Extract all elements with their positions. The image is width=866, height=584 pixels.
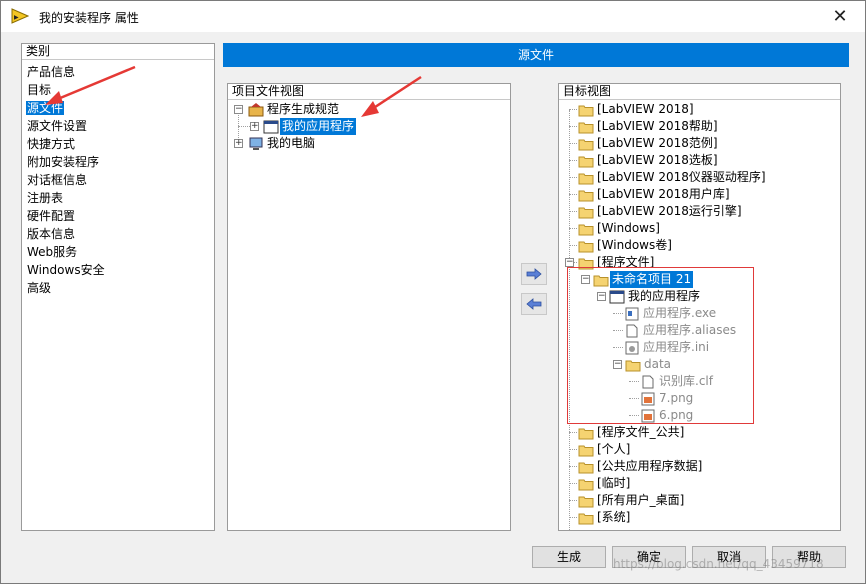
target-folder-node[interactable]: [Windows卷] — [559, 237, 840, 254]
properties-dialog: ▶ 我的安装程序 属性 ✕ 类别 产品信息 目标 源文件 源文件设置 快捷方式 附加安装程… — [0, 0, 866, 584]
target-folder-node[interactable]: [LabVIEW 2018运行引擎] — [559, 203, 840, 220]
target-folder-node[interactable]: [LabVIEW 2018范例] — [559, 135, 840, 152]
category-item[interactable]: 版本信息 — [22, 225, 214, 243]
folder-icon — [578, 513, 594, 525]
category-item-label: Web服务 — [27, 245, 78, 259]
category-item-label: 对话框信息 — [27, 173, 88, 187]
folder-icon — [578, 462, 594, 474]
folder-icon — [578, 241, 594, 253]
folder-icon — [578, 122, 594, 134]
target-folder-node[interactable]: [系统] — [559, 509, 840, 526]
tree-node-my-computer[interactable]: + 我的电脑 — [228, 135, 510, 152]
category-panel: 类别 产品信息 目标 源文件 源文件设置 快捷方式 附加安装程序 对话框信息 注册表 硬件配置版… — [21, 43, 215, 531]
watermark: https://blog.csdn.net/qq_43459718 — [613, 557, 824, 571]
folder-icon — [578, 207, 594, 219]
category-item[interactable]: Web服务 — [22, 243, 214, 261]
collapse-icon[interactable]: − — [565, 258, 574, 267]
folder-icon — [578, 156, 594, 168]
section-title: 源文件 — [223, 43, 849, 67]
title-bar: ▶ 我的安装程序 属性 ✕ — [1, 1, 865, 32]
target-folder-node[interactable]: [临时] — [559, 475, 840, 492]
folder-icon — [578, 224, 594, 236]
folder-icon — [578, 428, 594, 440]
target-folder-node[interactable]: [公共应用程序数据] — [559, 458, 840, 475]
category-item[interactable]: 硬件配置 — [22, 207, 214, 225]
target-folder-node[interactable]: [个人] — [559, 441, 840, 458]
red-arrow-annotation — [361, 75, 422, 117]
folder-icon — [578, 173, 594, 185]
svg-text:▶: ▶ — [14, 14, 19, 21]
target-folder-node[interactable]: [程序文件_公共] — [559, 424, 840, 441]
window-title: 我的安装程序 属性 — [39, 11, 139, 25]
application-icon — [263, 120, 279, 134]
category-item[interactable]: 源文件设置 — [22, 117, 214, 135]
build-button[interactable]: 生成 — [532, 546, 606, 568]
category-item-label: 源文件设置 — [27, 119, 88, 133]
target-folder-node[interactable]: [LabVIEW 2018帮助] — [559, 118, 840, 135]
folder-icon — [578, 105, 594, 117]
folder-icon — [578, 479, 594, 491]
category-item-label: 快捷方式 — [27, 137, 76, 151]
target-folder-node[interactable]: [LabVIEW 2018用户库] — [559, 186, 840, 203]
add-to-target-button[interactable] — [521, 263, 547, 285]
highlight-annotation — [567, 267, 754, 424]
remove-from-target-button[interactable] — [521, 293, 547, 315]
target-folder-node[interactable]: [LabVIEW 2018] — [559, 101, 840, 118]
arrow-left-icon — [526, 298, 542, 310]
category-item[interactable]: 注册表 — [22, 189, 214, 207]
expand-icon[interactable]: + — [250, 122, 259, 131]
category-item[interactable]: Windows安全 — [22, 261, 214, 279]
collapse-icon[interactable]: − — [234, 105, 243, 114]
close-button[interactable]: ✕ — [823, 3, 857, 29]
category-item-label: 版本信息 — [27, 227, 76, 241]
folder-icon — [578, 139, 594, 151]
labview-icon: ▶ — [11, 8, 29, 24]
category-item[interactable]: 对话框信息 — [22, 171, 214, 189]
folder-icon — [578, 190, 594, 202]
category-item-label: 附加安装程序 — [27, 155, 100, 169]
target-folder-node[interactable]: [LabVIEW 2018选板] — [559, 152, 840, 169]
computer-icon — [249, 137, 263, 150]
category-item[interactable]: 附加安装程序 — [22, 153, 214, 171]
target-folder-node[interactable]: [Windows] — [559, 220, 840, 237]
category-header: 类别 — [22, 44, 214, 60]
category-item[interactable]: 快捷方式 — [22, 135, 214, 153]
expand-icon[interactable]: + — [234, 139, 243, 148]
category-item-label: 注册表 — [27, 191, 64, 205]
red-arrow-annotation — [45, 65, 136, 105]
folder-icon — [578, 445, 594, 457]
category-item-label: Windows安全 — [27, 263, 105, 277]
target-view-header: 目标视图 — [559, 84, 840, 100]
category-item-label: 硬件配置 — [27, 209, 76, 223]
arrow-right-icon — [526, 268, 542, 280]
category-item-label: 高级 — [27, 281, 52, 295]
close-icon: ✕ — [832, 5, 848, 27]
project-file-view: 项目文件视图 − 程序生成规范 + 我的应用程序 + 我的电脑 — [227, 83, 511, 531]
target-folder-node[interactable]: [所有用户_桌面] — [559, 492, 840, 509]
build-spec-icon — [248, 103, 264, 117]
target-folder-node[interactable]: [LabVIEW 2018仪器驱动程序] — [559, 169, 840, 186]
folder-icon — [578, 496, 594, 508]
category-item[interactable]: 高级 — [22, 279, 214, 297]
